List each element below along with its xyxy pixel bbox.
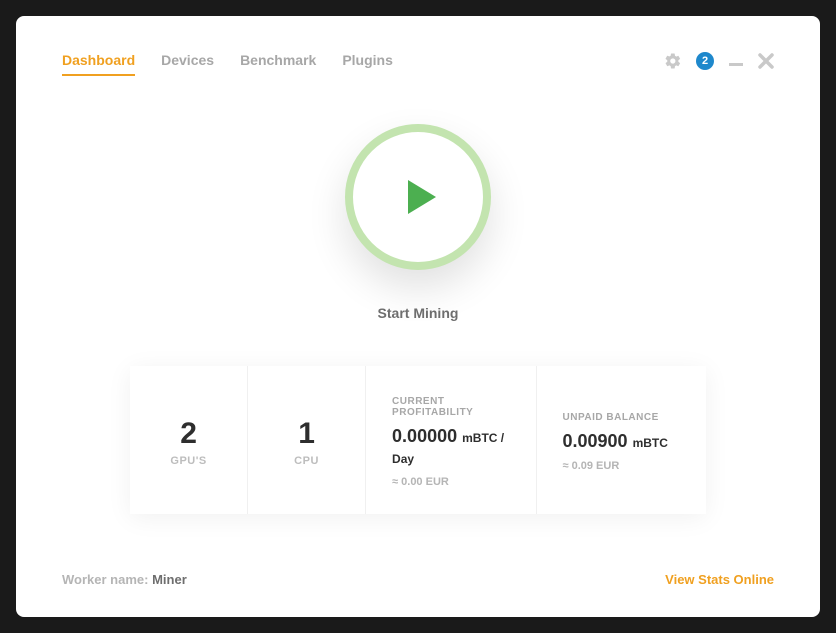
close-icon[interactable] (758, 53, 774, 69)
profitability-heading: CURRENT PROFITABILITY (392, 396, 513, 418)
stats-row: 2 GPU'S 1 CPU CURRENT PROFITABILITY 0.00… (130, 366, 706, 514)
profitability-value: 0.00000 mBTC / Day (392, 426, 513, 468)
profitability-sub: ≈ 0.00 EUR (392, 476, 449, 488)
play-icon (408, 180, 436, 214)
worker-name: Worker name: Miner (62, 572, 187, 587)
gear-icon[interactable] (664, 52, 682, 70)
cpu-count: 1 (298, 417, 315, 451)
window-controls: 2 (664, 52, 774, 70)
header: Dashboard Devices Benchmark Plugins 2 (62, 52, 774, 76)
view-stats-link[interactable]: View Stats Online (665, 572, 774, 587)
balance-value: 0.00900 mBTC (563, 431, 668, 452)
worker-label: Worker name: (62, 572, 148, 587)
balance-cell: UNPAID BALANCE 0.00900 mBTC ≈ 0.09 EUR (537, 366, 706, 514)
main-area: Start Mining 2 GPU'S 1 CPU CURRENT PROFI… (62, 106, 774, 532)
notification-badge[interactable]: 2 (696, 52, 714, 70)
worker-name-value: Miner (152, 572, 187, 587)
tab-devices[interactable]: Devices (161, 52, 214, 76)
start-mining-label: Start Mining (378, 305, 459, 321)
cpu-count-cell: 1 CPU (248, 366, 366, 514)
gpu-count-cell: 2 GPU'S (130, 366, 248, 514)
app-window: Dashboard Devices Benchmark Plugins 2 St… (16, 16, 820, 617)
gpu-count: 2 (180, 417, 197, 451)
tab-benchmark[interactable]: Benchmark (240, 52, 316, 76)
tab-dashboard[interactable]: Dashboard (62, 52, 135, 76)
footer: Worker name: Miner View Stats Online (62, 572, 774, 587)
balance-heading: UNPAID BALANCE (563, 412, 659, 423)
minimize-icon[interactable] (728, 53, 744, 69)
tab-plugins[interactable]: Plugins (342, 52, 393, 76)
gpu-label: GPU'S (170, 455, 206, 467)
balance-sub: ≈ 0.09 EUR (563, 460, 620, 472)
cpu-label: CPU (294, 455, 319, 467)
tabs: Dashboard Devices Benchmark Plugins (62, 52, 393, 76)
start-mining-button[interactable] (345, 124, 491, 270)
profitability-cell: CURRENT PROFITABILITY 0.00000 mBTC / Day… (366, 366, 536, 514)
